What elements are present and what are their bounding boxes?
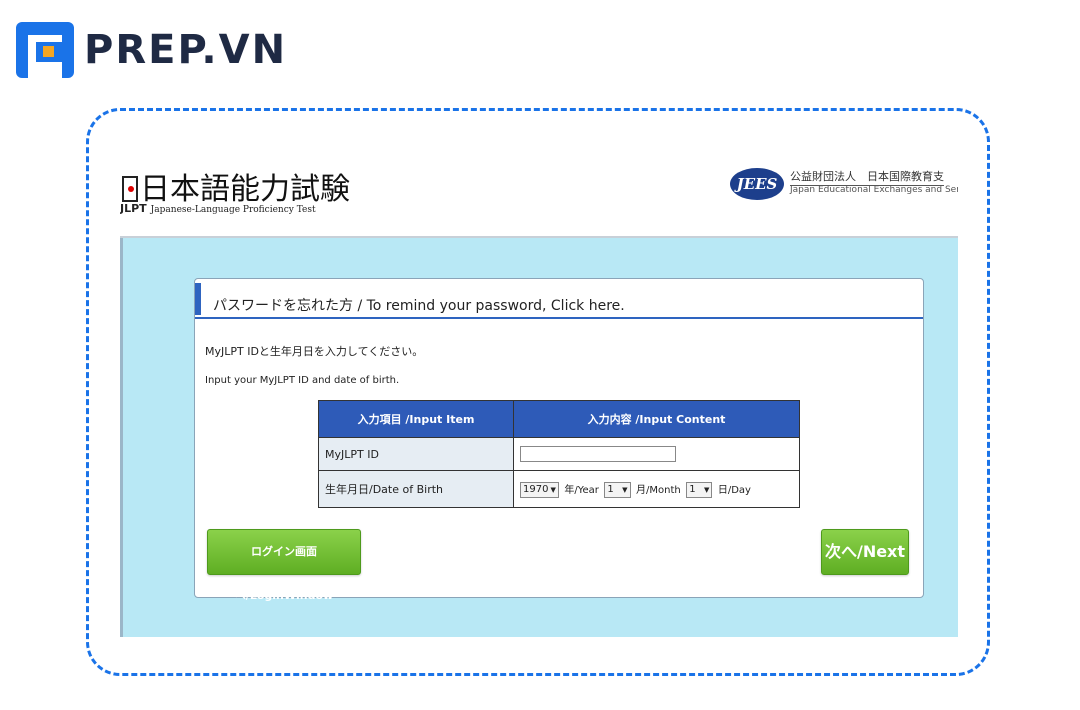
org-name-ja[interactable]: 公益財団法人 日本国際教育支 bbox=[790, 168, 944, 186]
dob-label: 生年月日/Date of Birth bbox=[318, 470, 514, 508]
header-input-item: 入力項目 /Input Item bbox=[318, 400, 514, 438]
brand-header: PREP.VN bbox=[16, 22, 287, 78]
chevron-down-icon: ▼ bbox=[550, 485, 556, 494]
flag-icon bbox=[122, 176, 138, 202]
day-select[interactable]: 1 ▼ bbox=[686, 481, 713, 498]
table-row: MyJLPT ID bbox=[318, 437, 800, 471]
jlpt-sub-text: Japanese-Language Proficiency Test bbox=[150, 205, 316, 215]
year-value: 1970 bbox=[523, 483, 549, 495]
title-accent-bar bbox=[195, 283, 201, 315]
input-table: 入力項目 /Input Item 入力内容 /Input Content MyJ… bbox=[318, 400, 800, 508]
dob-cell: 1970 ▼ 年/Year 1 ▼ 月/Month 1 ▼ 日/Day bbox=[513, 470, 800, 508]
month-select[interactable]: 1 ▼ bbox=[604, 481, 631, 498]
prep-logo-icon bbox=[16, 22, 74, 78]
chevron-down-icon: ▼ bbox=[622, 485, 628, 494]
jlpt-subtitle: JLPT Japanese-Language Proficiency Test bbox=[120, 202, 316, 215]
intro-en: Input your MyJLPT ID and date of birth. bbox=[205, 375, 400, 386]
screenshot-area: 日本語能力試験 JLPT Japanese-Language Proficienc… bbox=[120, 156, 958, 637]
brand-name: PREP.VN bbox=[84, 27, 288, 73]
org-name-en: Japan Educational Exchanges and Ser bbox=[790, 185, 958, 195]
card-title-text: パスワードを忘れた方 / To remind your password, Cl… bbox=[213, 298, 625, 314]
year-select[interactable]: 1970 ▼ bbox=[520, 481, 559, 498]
page-body: パスワードを忘れた方 / To remind your password, Cl… bbox=[120, 238, 958, 637]
month-value: 1 bbox=[607, 483, 614, 495]
chevron-down-icon: ▼ bbox=[703, 485, 710, 494]
header-input-content: 入力内容 /Input Content bbox=[513, 400, 800, 438]
day-label: 日/Day bbox=[717, 484, 751, 496]
left-edge-bar bbox=[120, 238, 123, 637]
day-value: 1 bbox=[689, 483, 696, 495]
next-button[interactable]: 次へ/Next bbox=[821, 529, 909, 575]
jlpt-header: 日本語能力試験 JLPT Japanese-Language Proficienc… bbox=[120, 156, 958, 238]
password-reminder-card: パスワードを忘れた方 / To remind your password, Cl… bbox=[194, 278, 924, 602]
myjlpt-id-cell bbox=[513, 437, 800, 471]
myjlpt-id-input[interactable] bbox=[520, 446, 676, 462]
jees-logo-icon: JEES bbox=[730, 168, 784, 200]
year-label: 年/Year bbox=[564, 484, 599, 496]
card-title: パスワードを忘れた方 / To remind your password, Cl… bbox=[195, 279, 923, 319]
login-window-button[interactable]: ログイン画面へ/LoginWindow bbox=[207, 529, 361, 602]
myjlpt-id-label: MyJLPT ID bbox=[318, 437, 514, 471]
intro-ja: MyJLPT IDと生年月日を入力してください。 bbox=[205, 345, 424, 358]
month-label: 月/Month bbox=[636, 484, 681, 496]
jlpt-sub-logo: JLPT bbox=[120, 202, 147, 215]
table-row: 生年月日/Date of Birth 1970 ▼ 年/Year 1 ▼ 月/Mo… bbox=[318, 470, 800, 508]
